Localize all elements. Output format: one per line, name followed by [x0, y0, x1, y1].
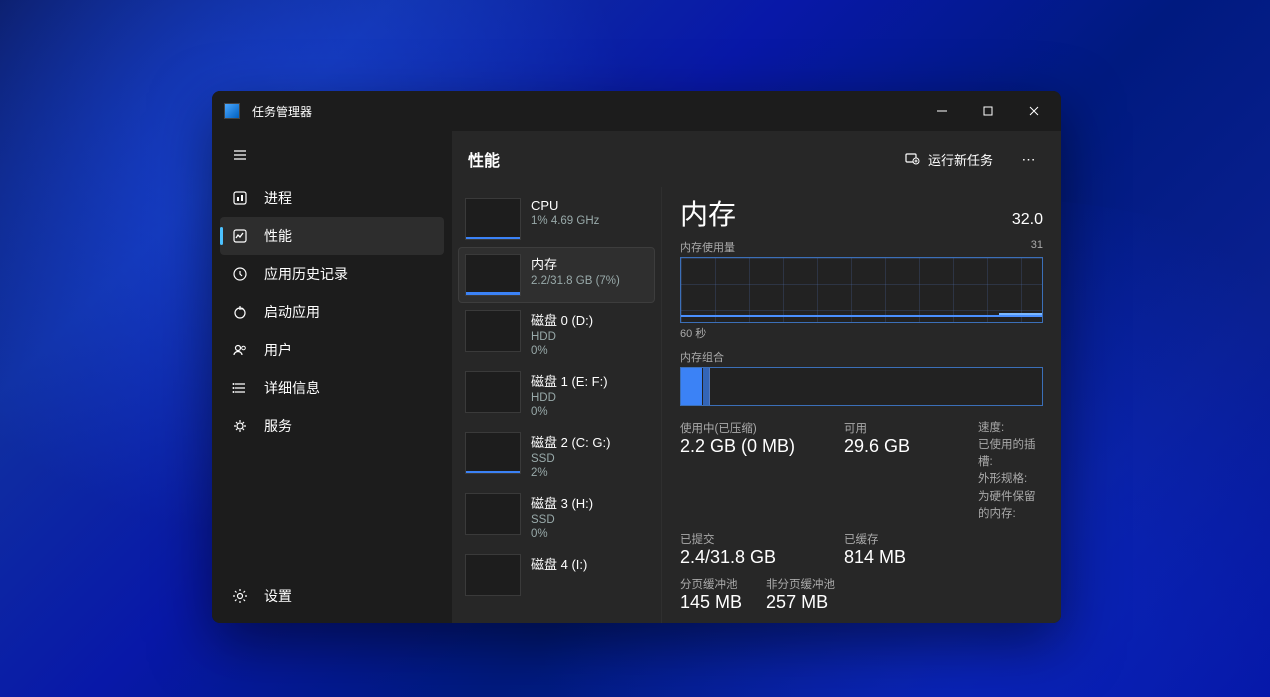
- resource-title: 磁盘 4 (I:): [531, 554, 587, 573]
- nav-services[interactable]: 服务: [220, 407, 444, 445]
- resource-sub2: 0%: [531, 345, 593, 357]
- titlebar[interactable]: 任务管理器: [212, 91, 1061, 131]
- resource-disk-1[interactable]: 磁盘 1 (E: F:) HDD 0%: [458, 364, 655, 425]
- committed-value: 2.4/31.8 GB: [680, 547, 830, 568]
- nonpaged-label: 非分页缓冲池: [766, 576, 835, 592]
- usage-label: 内存使用量: [680, 239, 735, 255]
- nav-label: 用户: [264, 340, 292, 360]
- cached-value: 814 MB: [844, 547, 964, 568]
- usage-graph: [680, 257, 1043, 323]
- history-icon: [232, 266, 248, 282]
- nav-processes[interactable]: 进程: [220, 179, 444, 217]
- nav-settings[interactable]: 设置: [220, 577, 444, 615]
- resource-sub: HDD: [531, 331, 593, 343]
- resource-memory[interactable]: 内存 2.2/31.8 GB (7%): [458, 247, 655, 303]
- resource-title: CPU: [531, 198, 599, 213]
- nav-label: 启动应用: [264, 302, 320, 322]
- app-icon: [224, 103, 240, 119]
- nav-label: 服务: [264, 416, 292, 436]
- resource-cpu[interactable]: CPU 1% 4.69 GHz: [458, 191, 655, 247]
- nav-users[interactable]: 用户: [220, 331, 444, 369]
- in-use-value: 2.2 GB (0 MB): [680, 436, 830, 457]
- run-task-label: 运行新任务: [928, 150, 993, 169]
- more-button[interactable]: ⋯: [1013, 143, 1045, 175]
- thumb-graph: [465, 371, 521, 413]
- thumb-graph: [465, 198, 521, 240]
- resource-title: 磁盘 3 (H:): [531, 493, 593, 512]
- resource-title: 内存: [531, 254, 620, 273]
- paged-value: 145 MB: [680, 592, 742, 613]
- resource-title: 磁盘 2 (C: G:): [531, 432, 610, 451]
- resource-sub2: 0%: [531, 528, 593, 540]
- run-task-button[interactable]: 运行新任务: [896, 146, 1001, 173]
- toolbar: 性能 运行新任务 ⋯: [452, 131, 1061, 187]
- close-button[interactable]: [1011, 95, 1057, 127]
- run-task-icon: [904, 150, 920, 169]
- thumb-graph: [465, 554, 521, 596]
- thumb-graph: [465, 432, 521, 474]
- resource-disk-0[interactable]: 磁盘 0 (D:) HDD 0%: [458, 303, 655, 364]
- maximize-button[interactable]: [965, 95, 1011, 127]
- sidebar: 进程 性能 应用历史记录 启动应用 用户: [212, 131, 452, 623]
- users-icon: [232, 342, 248, 358]
- startup-icon: [232, 304, 248, 320]
- nav-startup[interactable]: 启动应用: [220, 293, 444, 331]
- resource-sub: 1% 4.69 GHz: [531, 215, 599, 227]
- hamburger-button[interactable]: [220, 137, 260, 173]
- nav-label: 详细信息: [264, 378, 320, 398]
- usage-max: 31: [1031, 239, 1043, 255]
- resource-disk-2[interactable]: 磁盘 2 (C: G:) SSD 2%: [458, 425, 655, 486]
- task-manager-window: 任务管理器 进程 性能: [212, 91, 1061, 623]
- services-icon: [232, 418, 248, 434]
- resource-disk-3[interactable]: 磁盘 3 (H:) SSD 0%: [458, 486, 655, 547]
- detail-capacity: 32.0: [1012, 211, 1043, 229]
- nav-label: 性能: [264, 226, 292, 246]
- resource-sub: 2.2/31.8 GB (7%): [531, 275, 620, 287]
- thumb-graph: [465, 310, 521, 352]
- composition-label: 内存组合: [680, 349, 1043, 365]
- resource-list[interactable]: CPU 1% 4.69 GHz 内存 2.2/31.8 GB (7%): [452, 187, 662, 623]
- nonpaged-value: 257 MB: [766, 592, 835, 613]
- thumb-graph: [465, 254, 521, 296]
- window-title: 任务管理器: [252, 103, 312, 120]
- gear-icon: [232, 588, 248, 604]
- details-icon: [232, 380, 248, 396]
- page-title: 性能: [468, 147, 884, 171]
- composition-bar: [680, 367, 1043, 406]
- nav-label: 应用历史记录: [264, 264, 348, 284]
- detail-title: 内存: [680, 193, 1012, 233]
- detail-pane: 内存 32.0 内存使用量 31 60 秒 内存组合: [662, 187, 1061, 623]
- resource-title: 磁盘 1 (E: F:): [531, 371, 608, 390]
- side-info: 速度: 已使用的插槽: 外形规格: 为硬件保留的内存:: [978, 420, 1043, 524]
- nav-performance[interactable]: 性能: [220, 217, 444, 255]
- available-label: 可用: [844, 420, 964, 436]
- minimize-button[interactable]: [919, 95, 965, 127]
- nav-label: 设置: [264, 586, 292, 606]
- resource-sub2: 0%: [531, 406, 608, 418]
- performance-icon: [232, 228, 248, 244]
- resource-sub: SSD: [531, 453, 610, 465]
- resource-disk-4[interactable]: 磁盘 4 (I:): [458, 547, 655, 603]
- committed-label: 已提交: [680, 531, 830, 547]
- paged-label: 分页缓冲池: [680, 576, 742, 592]
- nav-label: 进程: [264, 188, 292, 208]
- processes-icon: [232, 190, 248, 206]
- available-value: 29.6 GB: [844, 436, 964, 457]
- nav-details[interactable]: 详细信息: [220, 369, 444, 407]
- resource-sub2: 2%: [531, 467, 610, 479]
- in-use-label: 使用中(已压缩): [680, 420, 830, 436]
- resource-sub: HDD: [531, 392, 608, 404]
- cached-label: 已缓存: [844, 531, 964, 547]
- resource-sub: SSD: [531, 514, 593, 526]
- thumb-graph: [465, 493, 521, 535]
- time-axis-label: 60 秒: [680, 325, 1043, 341]
- resource-title: 磁盘 0 (D:): [531, 310, 593, 329]
- nav-app-history[interactable]: 应用历史记录: [220, 255, 444, 293]
